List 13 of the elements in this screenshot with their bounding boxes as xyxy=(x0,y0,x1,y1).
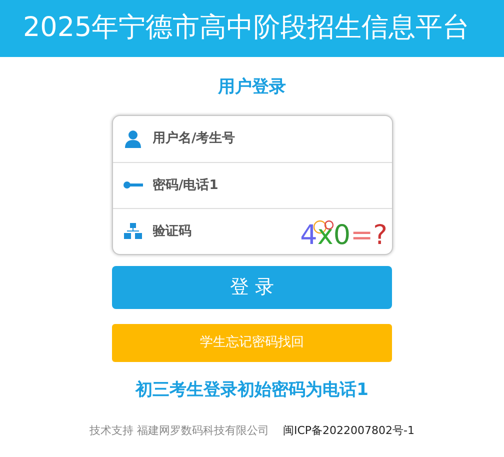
input-field[interactable]: 验证码 xyxy=(152,216,300,246)
icp-link[interactable]: 闽ICP备2022007802号-1 xyxy=(282,423,414,440)
password-notice: 初三考生登录初始密码为电话1 xyxy=(136,378,368,402)
key-icon xyxy=(122,180,142,190)
network-icon xyxy=(124,223,142,239)
site-title: 2025年宁德市高中阶段招生信息平台 xyxy=(23,11,470,46)
input-field[interactable]: 用户名/考生号 xyxy=(152,124,390,154)
captcha-image[interactable]: 4x0=? xyxy=(300,213,390,249)
login-button[interactable]: 登 录 xyxy=(112,266,392,308)
login-title: 用户登录 xyxy=(218,76,286,99)
input-field[interactable]: 密码/电话1 xyxy=(152,170,390,200)
tech-support-text: 技术支持 福建网罗数码科技有限公司 xyxy=(89,423,269,439)
user-icon xyxy=(124,130,142,148)
